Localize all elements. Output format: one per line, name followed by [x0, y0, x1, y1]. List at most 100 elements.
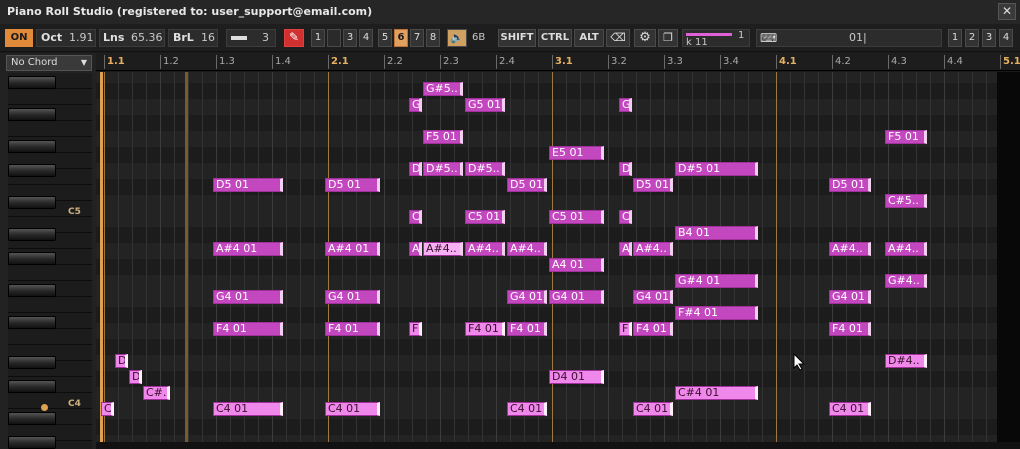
midi-note[interactable]: G4 01: [829, 290, 871, 304]
midi-note[interactable]: D5 01: [325, 178, 380, 192]
black-key[interactable]: [8, 228, 56, 241]
midi-note[interactable]: C: [409, 210, 422, 224]
black-key[interactable]: [8, 196, 56, 209]
loop-start-marker[interactable]: [100, 72, 103, 442]
midi-note[interactable]: A#4..: [885, 242, 927, 256]
black-key[interactable]: [8, 284, 56, 297]
midi-note[interactable]: A#4..: [829, 242, 871, 256]
black-key[interactable]: [8, 140, 56, 153]
midi-note[interactable]: F5 01: [423, 130, 463, 144]
midi-note[interactable]: C: [619, 210, 632, 224]
midi-note[interactable]: D: [409, 162, 422, 176]
black-key[interactable]: [8, 380, 56, 393]
midi-note[interactable]: E5 01: [549, 146, 604, 160]
num-button-8[interactable]: 8: [426, 29, 440, 47]
white-key[interactable]: [8, 297, 92, 313]
black-key[interactable]: [8, 164, 56, 177]
midi-note[interactable]: F5 01: [885, 130, 927, 144]
page-button-1[interactable]: 1: [948, 29, 962, 47]
midi-note[interactable]: C4 01: [829, 402, 871, 416]
midi-note[interactable]: F4 01: [213, 322, 283, 336]
midi-note[interactable]: F#4 01: [675, 306, 758, 320]
page-button-2[interactable]: 2: [965, 29, 979, 47]
black-key[interactable]: [8, 436, 56, 449]
midi-note[interactable]: F: [619, 322, 632, 336]
midi-note[interactable]: G4 01: [633, 290, 673, 304]
midi-note[interactable]: D: [619, 162, 632, 176]
midi-note[interactable]: C: [101, 402, 114, 416]
num-button-1[interactable]: 1: [311, 29, 325, 47]
midi-note[interactable]: F: [409, 322, 422, 336]
midi-note[interactable]: C4 01: [633, 402, 673, 416]
midi-note[interactable]: F4 01: [465, 322, 505, 336]
midi-note[interactable]: G#4..: [885, 274, 927, 288]
midi-note[interactable]: D4 01: [549, 370, 604, 384]
midi-note[interactable]: F4 01: [325, 322, 380, 336]
midi-note[interactable]: C#4 01: [675, 386, 758, 400]
alt-button[interactable]: ALT: [574, 29, 604, 47]
midi-note[interactable]: A#4..: [465, 242, 505, 256]
pencil-tool-icon[interactable]: ✎: [284, 29, 304, 47]
white-key[interactable]: [8, 121, 92, 137]
midi-note[interactable]: D: [115, 354, 128, 368]
midi-note[interactable]: F4 01: [829, 322, 871, 336]
midi-note[interactable]: D#5 01: [675, 162, 758, 176]
midi-note[interactable]: D: [129, 370, 142, 384]
midi-note[interactable]: G4 01: [213, 290, 283, 304]
midi-note[interactable]: C#..: [143, 386, 170, 400]
midi-note[interactable]: C4 01: [213, 402, 283, 416]
white-key[interactable]: [8, 265, 92, 281]
midi-note[interactable]: A#4..: [423, 242, 463, 256]
page-button-3[interactable]: 3: [982, 29, 996, 47]
midi-note[interactable]: A#4 01: [325, 242, 380, 256]
midi-note[interactable]: G#4 01: [675, 274, 758, 288]
window-icon[interactable]: ❐: [658, 29, 678, 47]
white-key[interactable]: [8, 329, 92, 345]
midi-note[interactable]: G4 01: [507, 290, 547, 304]
num-button-4[interactable]: 4: [359, 29, 373, 47]
page-button-4[interactable]: 4: [999, 29, 1013, 47]
white-key[interactable]: [8, 89, 92, 105]
midi-note[interactable]: C4 01: [507, 402, 547, 416]
midi-note[interactable]: A#4 01: [213, 242, 283, 256]
midi-note[interactable]: C5 01: [465, 210, 505, 224]
gear-icon[interactable]: ⚙: [634, 29, 656, 47]
black-key[interactable]: [8, 412, 56, 425]
midi-note[interactable]: G: [409, 98, 422, 112]
num-button-5[interactable]: 5: [378, 29, 392, 47]
ctrl-button[interactable]: CTRL: [538, 29, 572, 47]
midi-note[interactable]: D5 01: [633, 178, 673, 192]
timeline-ruler[interactable]: 1.1 1.2 1.3 1.4 2.1 2.2 2.3 2.4 3.1 3.2 3.3 3.4 4.1 4…: [96, 53, 1020, 71]
midi-note[interactable]: G4 01: [549, 290, 604, 304]
midi-note[interactable]: G#5..: [423, 82, 463, 96]
midi-note[interactable]: C5 01: [549, 210, 604, 224]
black-key[interactable]: [8, 356, 56, 369]
midi-note[interactable]: D5 01: [507, 178, 547, 192]
shift-button[interactable]: SHIFT: [498, 29, 536, 47]
num-button-7[interactable]: 7: [410, 29, 424, 47]
midi-note[interactable]: B4 01: [675, 226, 758, 240]
num-button-3[interactable]: 3: [343, 29, 357, 47]
midi-note[interactable]: A#4..: [633, 242, 673, 256]
num-button-2[interactable]: [327, 29, 341, 47]
speaker-icon[interactable]: 🔈: [447, 29, 467, 47]
close-button[interactable]: ✕: [998, 3, 1016, 20]
midi-note[interactable]: F4 01: [507, 322, 547, 336]
black-key[interactable]: [8, 76, 56, 89]
midi-note[interactable]: D5 01: [213, 178, 283, 192]
midi-note[interactable]: D#4..: [885, 354, 927, 368]
midi-note[interactable]: A: [619, 242, 632, 256]
midi-note[interactable]: A4 01: [549, 258, 604, 272]
midi-note[interactable]: G: [619, 98, 632, 112]
midi-note[interactable]: C#5..: [885, 194, 927, 208]
black-key[interactable]: [8, 316, 56, 329]
note-grid[interactable]: G#5.. G G5 01 G F5 01 F5 01 E5 01 D D#5.. D#5.. D D…: [96, 72, 1020, 442]
black-key[interactable]: [8, 108, 56, 121]
midi-note[interactable]: D#5..: [465, 162, 505, 176]
midi-note[interactable]: C4 01: [325, 402, 380, 416]
midi-note[interactable]: A#4..: [507, 242, 547, 256]
chord-select[interactable]: No Chord ▼: [6, 55, 92, 71]
playhead-marker[interactable]: [185, 72, 188, 442]
black-key[interactable]: [8, 252, 56, 265]
midi-note[interactable]: D#5..: [423, 162, 463, 176]
